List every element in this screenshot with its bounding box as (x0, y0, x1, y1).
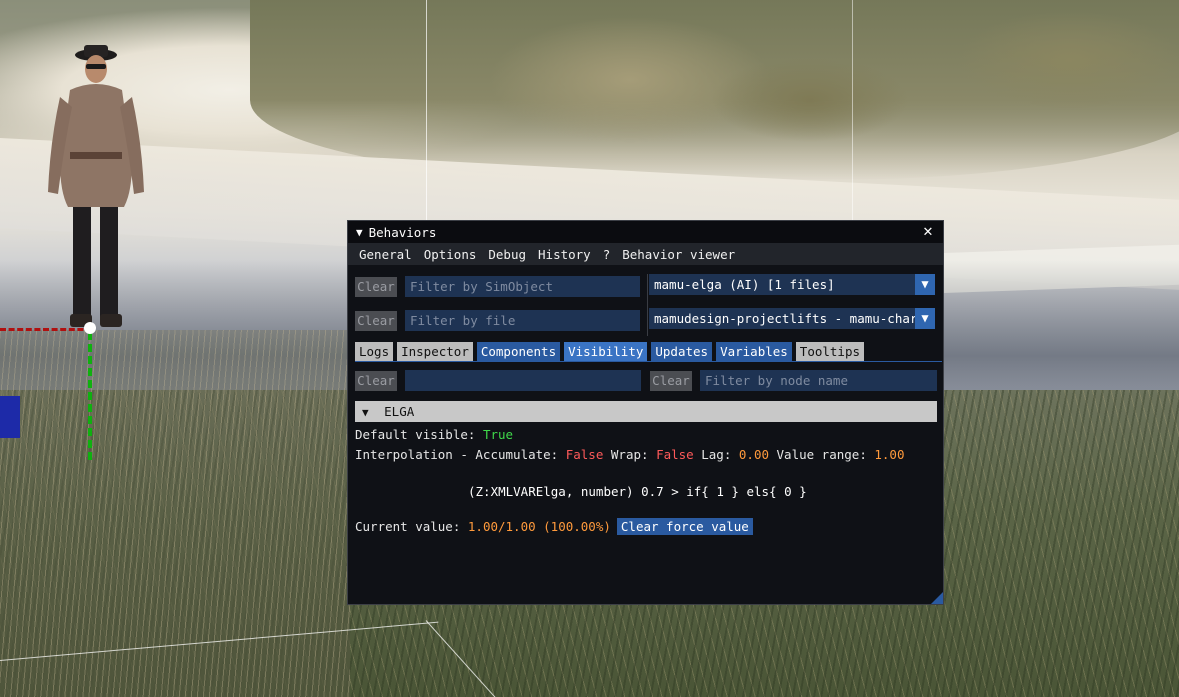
wrap-label: Wrap: (610, 447, 649, 462)
menu-general[interactable]: General (359, 247, 412, 262)
character-figure (48, 45, 144, 327)
behaviors-window: ▼ Behaviors ✕ General Options Debug Hist… (347, 220, 944, 605)
default-visible-value: True (482, 427, 514, 442)
menu-behavior-viewer[interactable]: Behavior viewer (622, 247, 735, 262)
wireframe-line (426, 0, 427, 220)
chevron-down-icon[interactable]: ▼ (915, 308, 935, 329)
window-titlebar[interactable]: ▼ Behaviors ✕ (348, 221, 943, 243)
wrap-value: False (656, 447, 694, 462)
resize-grip-icon[interactable] (931, 592, 943, 604)
simobject-filter-input[interactable]: Filter by SimObject (405, 276, 640, 297)
hillside-bushes (250, 0, 1179, 180)
current-value-label: Current value: (355, 519, 461, 534)
tab-updates[interactable]: Updates (651, 342, 713, 361)
visibility-expression: (Z:XMLVARElga, number) 0.7 > if{ 1 } els… (468, 484, 807, 499)
simobject-select[interactable]: mamu-elga (AI) [1 files] (649, 274, 915, 295)
menu-options[interactable]: Options (424, 247, 477, 262)
menu-help[interactable]: ? (603, 247, 611, 262)
tab-tooltips[interactable]: Tooltips (795, 342, 865, 361)
file-filter-input[interactable]: Filter by file (405, 310, 640, 331)
debug-pivot-point (84, 322, 96, 334)
lag-label: Lag: (701, 447, 732, 462)
tall-grass-left (0, 330, 350, 697)
clear-filter-button[interactable]: Clear (355, 371, 397, 391)
clear-force-value-button[interactable]: Clear force value (616, 518, 753, 535)
accumulate-value: False (565, 447, 604, 462)
clear-file-button[interactable]: Clear (355, 311, 397, 331)
menu-debug[interactable]: Debug (488, 247, 526, 262)
tab-visibility[interactable]: Visibility (564, 342, 648, 361)
debug-axis-x (0, 328, 92, 331)
clear-node-button[interactable]: Clear (650, 371, 692, 391)
tab-inspector[interactable]: Inspector (397, 342, 473, 361)
interpolation-label: Interpolation - Accumulate: (355, 447, 559, 462)
close-icon[interactable]: ✕ (919, 222, 937, 240)
file-select[interactable]: mamudesign-projectlifts - mamu-charac (649, 308, 915, 329)
lag-value: 0.00 (738, 447, 769, 462)
clear-simobject-button[interactable]: Clear (355, 277, 397, 297)
debug-axis-y (88, 332, 92, 460)
collapse-triangle-icon[interactable]: ▼ (356, 226, 363, 239)
node-name: ELGA (384, 404, 415, 419)
menu-bar: General Options Debug History ? Behavior… (348, 243, 943, 265)
current-value: 1.00/1.00 (100.00%) (467, 519, 611, 534)
tab-logs[interactable]: Logs (355, 342, 394, 361)
vertical-separator (647, 274, 648, 336)
node-name-filter-input[interactable]: Filter by node name (700, 370, 937, 391)
blue-marker (0, 396, 20, 438)
chevron-down-icon[interactable]: ▼ (915, 274, 935, 295)
wireframe-line (852, 0, 853, 220)
tab-bar: Logs Inspector Components Visibility Upd… (355, 342, 868, 363)
node-header[interactable]: ▼ ELGA (355, 401, 937, 422)
value-range-value: 1.00 (874, 447, 905, 462)
default-visible-line: Default visible: True (355, 427, 513, 442)
menu-history[interactable]: History (538, 247, 591, 262)
current-value-line: Current value: 1.00/1.00 (100.00%) Clear … (355, 518, 753, 535)
tab-components[interactable]: Components (476, 342, 561, 361)
interpolation-line: Interpolation - Accumulate: False Wrap: … (355, 447, 904, 462)
expand-triangle-icon[interactable]: ▼ (362, 406, 369, 419)
value-range-label: Value range: (776, 447, 867, 462)
tab-underline (355, 361, 942, 362)
default-visible-label: Default visible: (355, 427, 476, 442)
tab-variables[interactable]: Variables (716, 342, 792, 361)
window-title: Behaviors (368, 224, 437, 240)
filter-input[interactable] (405, 370, 641, 391)
